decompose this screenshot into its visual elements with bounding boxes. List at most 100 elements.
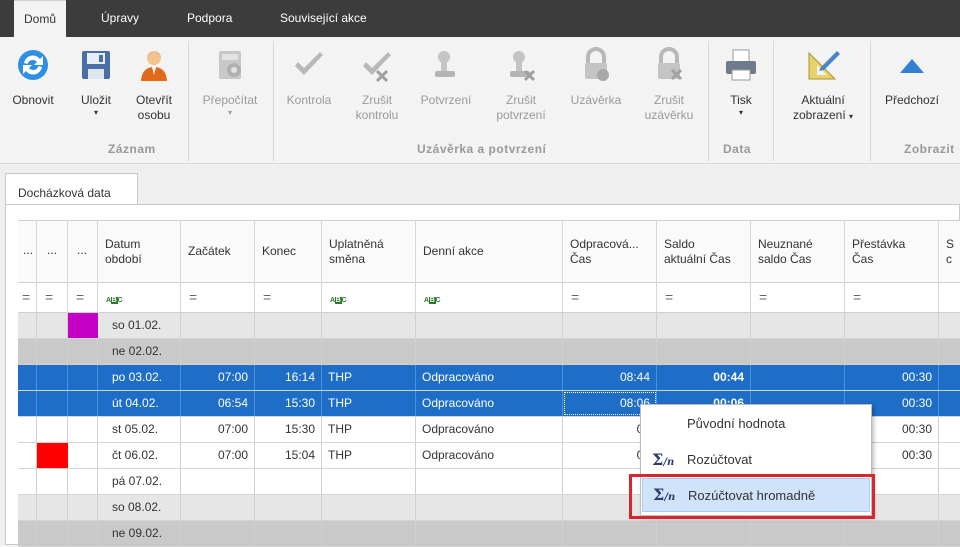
table-cell-date[interactable]: st 05.02. <box>98 417 181 442</box>
table-cell-balance[interactable] <box>657 339 751 364</box>
table-cell-date[interactable]: ne 09.02. <box>98 521 181 546</box>
table-cell[interactable] <box>68 417 98 442</box>
table-cell-action[interactable]: Odpracováno <box>416 443 563 468</box>
confirm-button[interactable]: Potvrzení <box>413 43 479 143</box>
table-cell-shift[interactable]: THP <box>322 443 416 468</box>
menu-item-original-value[interactable]: Původní hodnota <box>642 407 870 441</box>
table-cell-unrec[interactable] <box>751 521 845 546</box>
table-row[interactable]: po 03.02. 07:00 16:14 THP Odpracováno 08:44 00… <box>18 365 960 391</box>
filter-worked[interactable]: = <box>563 283 657 313</box>
filter-date[interactable]: ABC <box>98 283 181 313</box>
table-cell[interactable] <box>18 469 37 494</box>
table-cell-start[interactable] <box>181 469 255 494</box>
table-cell[interactable] <box>939 365 960 390</box>
col-header-3[interactable]: ... <box>68 221 98 284</box>
tab-home[interactable]: Domů <box>14 0 67 40</box>
table-cell-end[interactable]: 16:14 <box>255 365 322 390</box>
table-cell[interactable] <box>68 495 98 520</box>
table-cell-date[interactable]: so 08.02. <box>98 495 181 520</box>
table-cell-start[interactable]: 07:00 <box>181 443 255 468</box>
table-cell[interactable] <box>68 365 98 390</box>
check-button[interactable]: Kontrola <box>280 43 338 143</box>
table-row[interactable]: ne 02.02. <box>18 339 960 365</box>
col-header-date[interactable]: Datum období <box>98 221 181 284</box>
table-cell[interactable] <box>68 339 98 364</box>
table-cell[interactable] <box>939 339 960 364</box>
table-cell-worked[interactable] <box>563 521 657 546</box>
table-cell[interactable] <box>18 417 37 442</box>
table-cell-brk[interactable]: 00:30 <box>845 365 939 390</box>
table-cell[interactable] <box>37 339 68 364</box>
table-cell-unrec[interactable] <box>751 339 845 364</box>
table-cell-end[interactable] <box>255 313 322 338</box>
tab-support[interactable]: Podpora <box>177 0 242 37</box>
col-header-daily-action[interactable]: Denní akce <box>416 221 563 284</box>
col-header-start[interactable]: Začátek <box>181 221 255 284</box>
save-button[interactable]: Uložit ▾ <box>72 43 120 143</box>
table-cell-action[interactable]: Odpracováno <box>416 417 563 442</box>
tab-related-actions[interactable]: Související akce <box>270 0 377 37</box>
table-cell-action[interactable] <box>416 469 563 494</box>
table-cell-brk[interactable] <box>845 313 939 338</box>
table-cell-shift[interactable] <box>322 313 416 338</box>
table-cell[interactable] <box>18 443 37 468</box>
table-cell-unrec[interactable] <box>751 313 845 338</box>
table-cell[interactable] <box>37 417 68 442</box>
tab-edit[interactable]: Úpravy <box>91 0 149 37</box>
refresh-button[interactable]: Obnovit <box>4 43 62 143</box>
table-cell-balance[interactable]: 00:44 <box>657 365 751 390</box>
table-cell-worked[interactable]: 08:44 <box>563 365 657 390</box>
table-cell[interactable] <box>939 443 960 468</box>
table-cell[interactable] <box>68 443 98 468</box>
table-row[interactable]: so 01.02. <box>18 313 960 339</box>
table-cell-action[interactable] <box>416 313 563 338</box>
col-header-end[interactable]: Konec <box>255 221 322 284</box>
table-cell-end[interactable]: 15:30 <box>255 417 322 442</box>
table-cell[interactable] <box>68 391 98 416</box>
table-cell-action[interactable]: Odpracováno <box>416 391 563 416</box>
filter-col-2[interactable]: = <box>37 283 68 313</box>
cancel-check-button[interactable]: Zrušit kontrolu <box>344 43 410 143</box>
table-cell-start[interactable] <box>181 521 255 546</box>
cancel-closing-button[interactable]: Zrušit uzávěrku <box>636 43 702 143</box>
menu-item-allocate[interactable]: Σ/n Rozúčtovat <box>642 443 870 477</box>
col-header-unrecognized[interactable]: Neuznané saldo Čas <box>751 221 845 284</box>
table-cell-end[interactable] <box>255 521 322 546</box>
table-cell[interactable] <box>37 521 68 546</box>
table-cell-start[interactable]: 07:00 <box>181 365 255 390</box>
filter-start[interactable]: = <box>181 283 255 313</box>
filter-end[interactable]: = <box>255 283 322 313</box>
table-cell[interactable] <box>18 391 37 416</box>
table-cell-start[interactable] <box>181 495 255 520</box>
table-cell-date[interactable]: so 01.02. <box>98 313 181 338</box>
filter-col-1[interactable]: = <box>18 283 37 313</box>
table-cell-date[interactable]: po 03.02. <box>98 365 181 390</box>
filter-break[interactable]: = <box>845 283 939 313</box>
table-row[interactable]: ne 09.02. <box>18 521 960 547</box>
table-cell[interactable] <box>68 469 98 494</box>
table-cell-end[interactable]: 15:30 <box>255 391 322 416</box>
table-cell-end[interactable] <box>255 469 322 494</box>
table-cell-shift[interactable]: THP <box>322 391 416 416</box>
col-header-2[interactable]: ... <box>37 221 68 284</box>
col-header-worked[interactable]: Odpracová... Čas <box>563 221 657 284</box>
table-cell-start[interactable]: 07:00 <box>181 417 255 442</box>
table-cell[interactable] <box>37 495 68 520</box>
col-header-1[interactable]: ... <box>18 221 37 284</box>
table-cell-date[interactable]: pá 07.02. <box>98 469 181 494</box>
table-cell-unrec[interactable] <box>751 365 845 390</box>
table-cell-end[interactable] <box>255 495 322 520</box>
table-cell-action[interactable]: Odpracováno <box>416 365 563 390</box>
table-cell[interactable] <box>939 521 960 546</box>
filter-next[interactable] <box>939 283 960 313</box>
table-cell-shift[interactable] <box>322 521 416 546</box>
closing-button[interactable]: Uzávěrka <box>562 43 630 143</box>
table-cell[interactable] <box>939 469 960 494</box>
col-header-balance[interactable]: Saldo aktuální Čas <box>657 221 751 284</box>
table-cell-end[interactable]: 15:04 <box>255 443 322 468</box>
table-cell-shift[interactable]: THP <box>322 365 416 390</box>
table-cell-balance[interactable] <box>657 313 751 338</box>
print-button[interactable]: Tisk ▾ <box>714 43 768 143</box>
table-cell[interactable] <box>37 469 68 494</box>
table-cell[interactable] <box>18 365 37 390</box>
